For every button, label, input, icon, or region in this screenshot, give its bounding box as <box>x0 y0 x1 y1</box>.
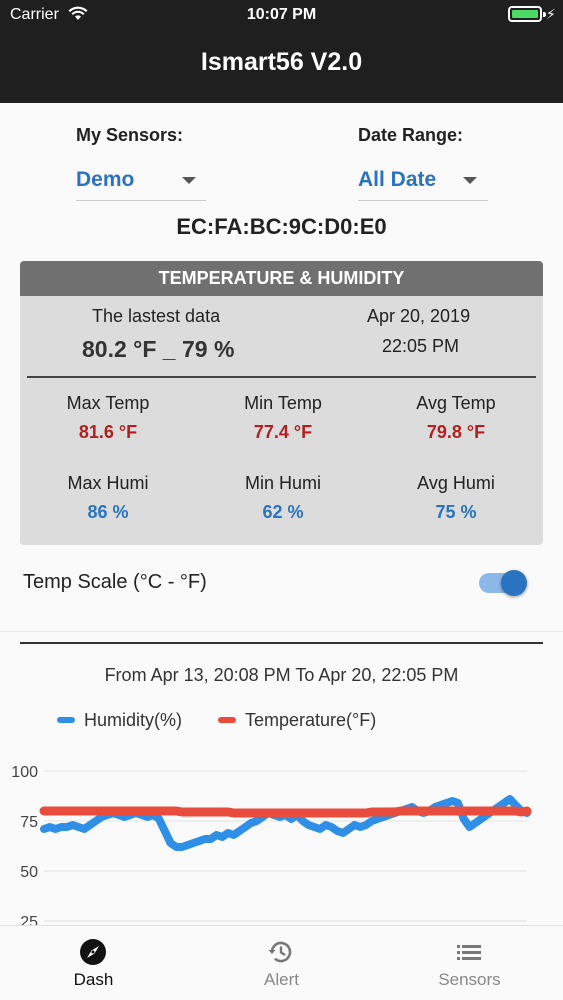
nav-sensors[interactable]: Sensors <box>376 926 563 1000</box>
min-temp-label: Min Temp <box>244 393 322 413</box>
date-range-dropdown-value: All Date <box>358 168 437 191</box>
latest-data-value: 80.2 °F _ 79 % <box>82 336 235 362</box>
humidity-series-line <box>40 795 531 851</box>
latest-date: Apr 20, 2019 <box>367 306 471 326</box>
y-tick-label: 25 <box>20 914 38 925</box>
sensors-label: My Sensors: <box>76 125 184 145</box>
max-temp-value: 81.6 °F <box>78 422 138 442</box>
chart-divider <box>20 642 543 644</box>
latest-time: 22:05 PM <box>382 336 460 356</box>
chevron-down-icon <box>463 177 477 184</box>
legend-humidity[interactable]: Humidity(%) <box>84 710 182 731</box>
compass-icon <box>80 939 106 965</box>
sensor-dropdown-underline <box>76 200 206 201</box>
section-divider <box>0 631 563 632</box>
date-range-dropdown-underline <box>358 200 488 201</box>
nav-alert[interactable]: Alert <box>188 926 375 1000</box>
min-humi-label: Min Humi <box>244 473 321 493</box>
temp-scale-label: Temp Scale (°C - °F) <box>23 571 207 593</box>
status-time: 10:07 PM <box>246 6 317 23</box>
latest-data-label: The lastest data <box>92 306 221 326</box>
avg-temp-value: 79.8 °F <box>426 422 486 442</box>
y-tick-label: 100 <box>11 764 38 781</box>
charging-icon: ⚡ <box>546 6 556 22</box>
battery-icon <box>508 6 546 22</box>
avg-temp-label: Avg Temp <box>416 393 496 413</box>
max-humi-value: 86 % <box>87 502 129 522</box>
status-bar: Carrier 10:07 PM ⚡ <box>0 0 563 30</box>
avg-humi-label: Avg Humi <box>417 473 495 493</box>
min-temp-value: 77.4 °F <box>253 422 313 442</box>
app-header: Carrier 10:07 PM ⚡ Ismart56 V2.0 <box>0 0 563 103</box>
nav-dash-label: Dash <box>73 970 114 989</box>
bottom-nav: Dash Alert Sensors <box>0 925 563 1000</box>
date-range-label: Date Range: <box>358 125 464 145</box>
sensor-dropdown-value: Demo <box>76 168 135 191</box>
nav-sensors-label: Sensors <box>438 970 501 989</box>
chevron-down-icon <box>182 177 196 184</box>
list-icon <box>457 945 481 960</box>
max-temp-label: Max Temp <box>66 393 150 413</box>
device-mac-address: EC:FA:BC:9C:D0:E0 <box>176 214 387 239</box>
nav-alert-label: Alert <box>264 970 299 989</box>
chart-date-range: From Apr 13, 20:08 PM To Apr 20, 22:05 P… <box>104 665 459 685</box>
legend-temperature[interactable]: Temperature(°F) <box>245 710 376 731</box>
y-tick-label: 50 <box>20 864 38 881</box>
app-title: Ismart56 V2.0 <box>200 48 363 76</box>
nav-dash[interactable]: Dash <box>0 926 187 1000</box>
max-humi-label: Max Humi <box>67 473 149 493</box>
dashboard-content: My Sensors: Demo Date Range: All Date EC… <box>0 103 563 925</box>
temperature-series-line <box>39 806 532 818</box>
humidity-temperature-chart: 100 75 50 25 <box>11 764 532 925</box>
legend-temperature-swatch <box>218 717 236 723</box>
card-divider <box>27 376 536 378</box>
temperature-humidity-card: TEMPERATURE & HUMIDITY The lastest data … <box>20 261 543 545</box>
card-title: TEMPERATURE & HUMIDITY <box>20 261 543 296</box>
avg-humi-value: 75 % <box>435 502 477 522</box>
legend-humidity-swatch <box>57 717 75 723</box>
y-tick-label: 75 <box>20 814 38 831</box>
history-icon <box>268 941 292 963</box>
toggle-knob <box>501 570 527 596</box>
min-humi-value: 62 % <box>262 502 304 522</box>
